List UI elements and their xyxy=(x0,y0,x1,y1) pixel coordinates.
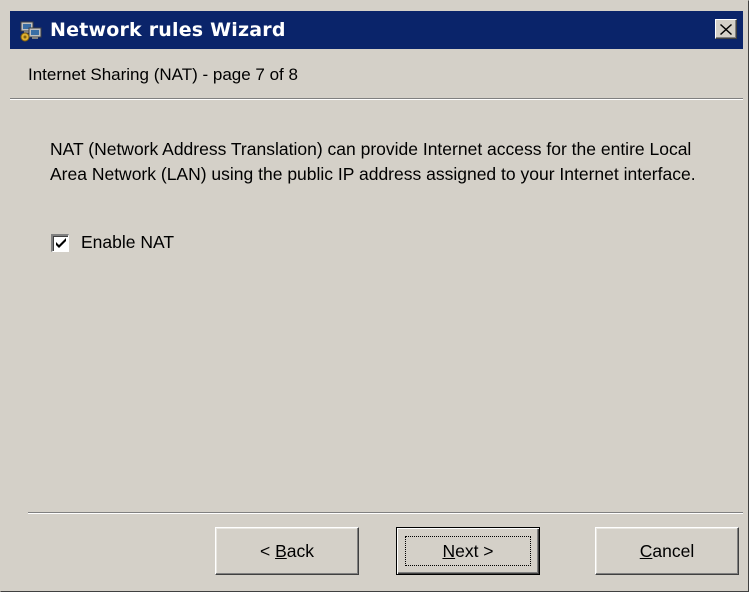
enable-nat-label: Enable NAT xyxy=(81,232,175,252)
back-button-rest: ack xyxy=(286,540,314,561)
network-wizard-icon xyxy=(20,21,42,42)
title-bar[interactable]: Network rules Wizard xyxy=(10,11,743,49)
enable-nat-checkbox[interactable] xyxy=(51,233,69,252)
checkmark-icon xyxy=(55,238,66,248)
window-title: Network rules Wizard xyxy=(50,19,286,41)
cancel-button-mnemonic: C xyxy=(639,540,653,561)
next-button-mnemonic: N xyxy=(442,540,456,561)
nat-description: NAT (Network Address Translation) can pr… xyxy=(50,139,696,184)
close-icon xyxy=(720,23,732,35)
wizard-window: Network rules Wizard Internet Sharing (N… xyxy=(0,0,749,592)
cancel-button-rest: ancel xyxy=(652,540,695,561)
cancel-button[interactable]: Cancel xyxy=(595,527,739,575)
footer-separator xyxy=(28,512,743,514)
back-button[interactable]: < Back xyxy=(215,527,359,575)
back-button-mnemonic: B xyxy=(275,540,287,561)
enable-nat-option[interactable]: Enable NAT xyxy=(51,232,174,253)
header-separator xyxy=(10,98,743,100)
next-button-rest: ext > xyxy=(455,540,494,561)
close-button[interactable] xyxy=(715,19,737,39)
back-button-prefix: < xyxy=(259,540,276,561)
next-button[interactable]: Next > xyxy=(396,527,540,575)
page-header: Internet Sharing (NAT) - page 7 of 8 xyxy=(28,65,298,84)
